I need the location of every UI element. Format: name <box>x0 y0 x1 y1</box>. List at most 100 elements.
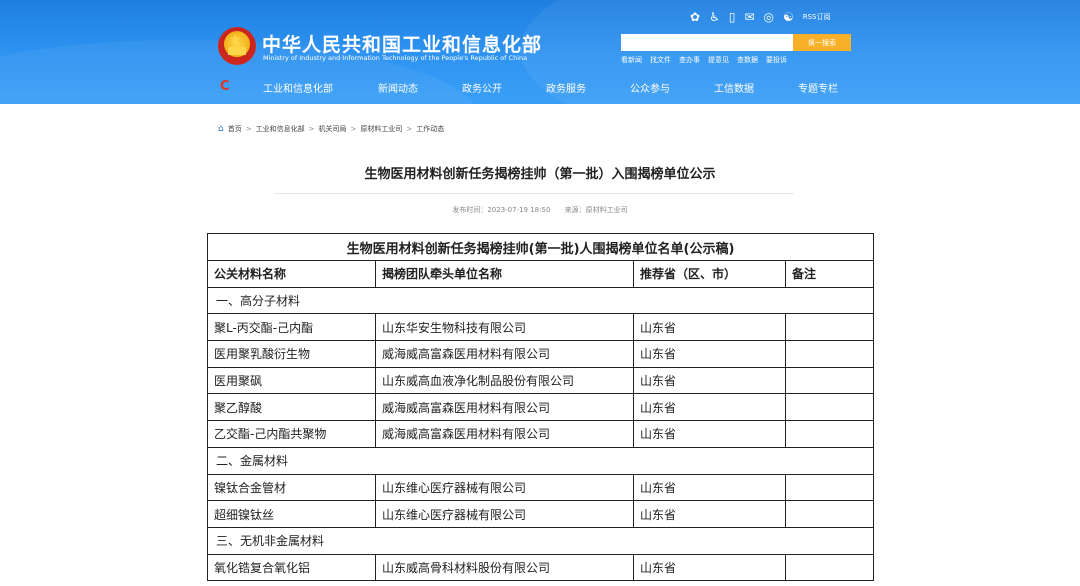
breadcrumb: ⌂ 首页 > 工业和信息化部 > 机关司局 > 原材料工业司 > 工作动态 <box>218 124 444 134</box>
column-header: 备注 <box>784 260 875 288</box>
breadcrumb-separator: > <box>406 125 413 133</box>
nav-item-participation[interactable]: 公众参与 <box>630 80 670 95</box>
column-header: 揭榜团队牵头单位名称 <box>375 260 634 288</box>
hot-links: 看新闻 找文件 查办事 提意见 查数据 要投诉 <box>621 55 787 65</box>
nav-item-ministry[interactable]: 工业和信息化部 <box>263 80 333 95</box>
hot-link[interactable]: 要投诉 <box>766 55 787 65</box>
category-row: 一、高分子材料 <box>206 286 875 315</box>
province-cell: 山东省 <box>633 500 786 528</box>
column-header: 公关材料名称 <box>207 260 376 288</box>
column-header: 推荐省（区、市） <box>633 260 786 288</box>
province-cell: 山东省 <box>633 553 786 582</box>
material-name-cell: 超细镍钛丝 <box>207 500 376 528</box>
remark-cell <box>784 366 875 395</box>
material-name-cell: 医用聚乳酸衍生物 <box>207 340 376 368</box>
category-row: 二、金属材料 <box>206 446 875 475</box>
table-row: 超细镍钛丝 山东维心医疗器械有限公司 山东省 <box>207 500 875 528</box>
site-subtitle: Ministry of Industry and Information Tec… <box>263 54 528 62</box>
material-name-cell: 聚乙醇酸 <box>207 393 376 422</box>
material-name-cell: 聚L-丙交酯-己内酯 <box>207 313 376 342</box>
breadcrumb-link[interactable]: 机关司局 <box>318 124 346 134</box>
table-body: 生物医用材料创新任务揭榜挂帅(第一批)人围揭榜单位名单(公示稿) 公关材料名称 … <box>206 233 875 582</box>
lead-unit-cell: 山东威高骨科材料股份有限公司 <box>375 553 634 582</box>
nav-home-icon[interactable]: C <box>220 80 230 94</box>
weibo-icon[interactable]: ☯ <box>783 10 794 24</box>
nav-item-news[interactable]: 新闻动态 <box>378 80 418 95</box>
chat-icon[interactable]: ◎ <box>764 10 774 24</box>
search-input[interactable] <box>621 34 793 51</box>
nav-item-services[interactable]: 政务服务 <box>546 80 586 95</box>
nav-item-topics[interactable]: 专题专栏 <box>798 80 838 95</box>
table-header-row: 公关材料名称 揭榜团队牵头单位名称 推荐省（区、市） 备注 <box>207 260 875 288</box>
category-label: 三、无机非金属材料 <box>206 526 875 555</box>
gate-icon <box>228 47 246 55</box>
remark-cell <box>784 500 875 528</box>
lead-unit-cell: 山东维心医疗器械有限公司 <box>375 500 634 528</box>
province-cell: 山东省 <box>633 420 786 448</box>
table-row: 氧化锆复合氧化铝 山东威高骨科材料股份有限公司 山东省 <box>207 553 875 582</box>
article-source: 来源：原材料工业司 <box>564 206 628 214</box>
table-row: 医用聚砜 山东威高血液净化制品股份有限公司 山东省 <box>207 366 875 395</box>
province-cell: 山东省 <box>633 366 786 395</box>
table-row: 聚乙醇酸 威海威高富森医用材料有限公司 山东省 <box>207 393 875 422</box>
publish-time: 发布时间：2023-07-19 18:50 <box>452 206 551 214</box>
article-meta: 发布时间：2023-07-19 18:50 来源：原材料工业司 <box>0 205 1080 215</box>
home-icon: ⌂ <box>218 124 224 134</box>
nav-item-data[interactable]: 工信数据 <box>714 80 754 95</box>
breadcrumb-link[interactable]: 工作动态 <box>416 124 444 134</box>
article-title: 生物医用材料创新任务揭榜挂帅（第一批）入围揭榜单位公示 <box>364 167 716 182</box>
lead-unit-cell: 威海威高富森医用材料有限公司 <box>375 393 634 422</box>
province-cell: 山东省 <box>633 313 786 342</box>
material-name-cell: 医用聚砜 <box>207 366 376 395</box>
hot-link[interactable]: 看新闻 <box>621 55 642 65</box>
hot-link[interactable]: 找文件 <box>650 55 671 65</box>
province-cell: 山东省 <box>633 393 786 422</box>
breadcrumb-link[interactable]: 首页 <box>228 124 242 134</box>
lead-unit-cell: 山东维心医疗器械有限公司 <box>375 473 634 502</box>
table-row: 乙交酯-己内酯共聚物 威海威高富森医用材料有限公司 山东省 <box>207 420 875 448</box>
category-row: 三、无机非金属材料 <box>206 526 875 555</box>
hot-link[interactable]: 查数据 <box>737 55 758 65</box>
material-name-cell: 乙交酯-己内酯共聚物 <box>207 420 376 448</box>
mail-icon[interactable]: ✉ <box>744 10 754 24</box>
remark-cell <box>784 340 875 368</box>
wechat-icon[interactable]: ✿ <box>690 10 700 24</box>
lead-unit-cell: 威海威高富森医用材料有限公司 <box>375 420 634 448</box>
national-emblem-icon: ★ <box>218 27 256 65</box>
province-cell: 山东省 <box>633 340 786 368</box>
remark-cell <box>784 393 875 422</box>
utility-bar: ✿ ♿ ▯ ✉ ◎ ☯ RSS订阅 <box>690 8 831 26</box>
breadcrumb-link[interactable]: 工业和信息化部 <box>256 124 305 134</box>
remark-cell <box>784 553 875 582</box>
breadcrumb-separator: > <box>308 125 315 133</box>
accessibility-icon[interactable]: ♿ <box>709 10 720 24</box>
province-cell: 山东省 <box>633 473 786 502</box>
table-caption: 生物医用材料创新任务揭榜挂帅(第一批)人围揭榜单位名单(公示稿) <box>206 233 875 261</box>
table-caption-row: 生物医用材料创新任务揭榜挂帅(第一批)人围揭榜单位名单(公示稿) <box>206 233 875 261</box>
breadcrumb-separator: > <box>245 125 252 133</box>
material-name-cell: 氧化锆复合氧化铝 <box>207 553 376 582</box>
remark-cell <box>784 473 875 502</box>
lead-unit-cell: 威海威高富森医用材料有限公司 <box>375 340 634 368</box>
site-header: ★ 中华人民共和国工业和信息化部 Ministry of Industry an… <box>0 0 1080 104</box>
breadcrumb-separator: > <box>350 125 357 133</box>
hot-link[interactable]: 查办事 <box>679 55 700 65</box>
table-row: 镍钛合金管材 山东维心医疗器械有限公司 山东省 <box>207 473 875 502</box>
rss-link[interactable]: RSS订阅 <box>803 12 831 22</box>
table-row: 医用聚乳酸衍生物 威海威高富森医用材料有限公司 山东省 <box>207 340 875 368</box>
mobile-icon[interactable]: ▯ <box>729 10 736 24</box>
site-title[interactable]: 中华人民共和国工业和信息化部 <box>262 30 542 57</box>
hot-link[interactable]: 提意见 <box>708 55 729 65</box>
breadcrumb-link[interactable]: 原材料工业司 <box>360 124 402 134</box>
lead-unit-cell: 山东威高血液净化制品股份有限公司 <box>375 366 634 395</box>
lead-unit-cell: 山东华安生物科技有限公司 <box>375 313 634 342</box>
material-name-cell: 镍钛合金管材 <box>207 473 376 502</box>
remark-cell <box>784 420 875 448</box>
remark-cell <box>784 313 875 342</box>
table-row: 聚L-丙交酯-己内酯 山东华安生物科技有限公司 山东省 <box>207 313 875 342</box>
title-divider <box>274 193 794 194</box>
category-label: 一、高分子材料 <box>206 286 875 315</box>
nav-item-open-affairs[interactable]: 政务公开 <box>462 80 502 95</box>
search-button[interactable]: 换一搜索 <box>793 34 851 51</box>
star-icon: ★ <box>229 32 242 48</box>
